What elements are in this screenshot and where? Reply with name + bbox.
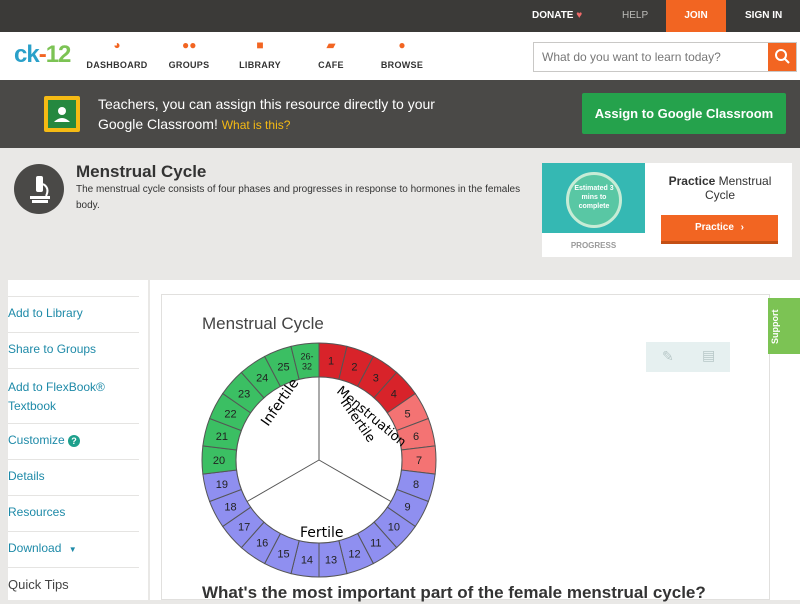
progress-estimate: Estimated 3 mins to complete bbox=[574, 185, 614, 210]
concept-description: The menstrual cycle consists of four pha… bbox=[76, 184, 521, 211]
day-label: 9 bbox=[404, 501, 410, 513]
sidebar-item-add-to-flexbook[interactable]: Add to FlexBook® Textbook bbox=[8, 378, 139, 424]
library-icon: ■ bbox=[256, 38, 264, 52]
day-label: 1 bbox=[328, 356, 334, 368]
day-label: 8 bbox=[413, 479, 419, 491]
customize-label: Customize bbox=[8, 433, 65, 447]
figure-title: Menstrual Cycle bbox=[202, 314, 324, 333]
day-label: 4 bbox=[391, 389, 397, 401]
ck12-logo[interactable]: ck-12 bbox=[14, 41, 72, 69]
nav-library-label: LIBRARY bbox=[239, 60, 281, 70]
annotation-toolbar: ✎ ▤ bbox=[646, 342, 730, 372]
support-tab[interactable]: Support bbox=[768, 298, 800, 354]
google-classroom-icon bbox=[44, 96, 80, 132]
logo-dash: - bbox=[38, 41, 47, 68]
sidebar-item-resources[interactable]: Resources bbox=[8, 505, 139, 532]
notes-icon[interactable]: ▤ bbox=[702, 347, 715, 364]
sidebar-divider bbox=[8, 296, 139, 297]
day-label: 23 bbox=[238, 389, 250, 401]
day-label: 21 bbox=[216, 431, 228, 443]
nav-browse-label: BROWSE bbox=[380, 60, 424, 70]
day-label: 2 bbox=[351, 361, 357, 373]
day-label: 18 bbox=[224, 501, 236, 513]
support-label: Support bbox=[770, 309, 780, 345]
menstrual-cycle-diagram: 1 234567891011121314151617181920212223242… bbox=[201, 342, 437, 578]
day-label: 15 bbox=[277, 549, 289, 561]
day-label: 11 bbox=[370, 537, 381, 549]
nav-dashboard-label: DASHBOARD bbox=[86, 60, 148, 70]
practice-button[interactable]: Practice › bbox=[661, 215, 778, 244]
groups-icon: ●● bbox=[182, 38, 197, 52]
day-label: 10 bbox=[388, 521, 400, 533]
sidebar-item-share-to-groups[interactable]: Share to Groups bbox=[8, 342, 139, 369]
caret-down-icon: ▼ bbox=[68, 545, 77, 554]
download-label: Download bbox=[8, 541, 62, 555]
day-label: 7 bbox=[416, 455, 422, 467]
donate-link[interactable]: DONATE ♥ bbox=[532, 0, 582, 32]
chevron-right-icon: › bbox=[740, 222, 745, 233]
day-label: 16 bbox=[256, 537, 268, 549]
day-label: 12 bbox=[348, 549, 360, 561]
practice-title: Practice Menstrual Cycle bbox=[660, 174, 780, 202]
search-button[interactable] bbox=[768, 43, 796, 71]
help-icon[interactable]: ? bbox=[68, 435, 81, 447]
progress-label: PROGRESS bbox=[570, 241, 617, 250]
nav-cafe-label: CAFE bbox=[318, 60, 344, 70]
day-label: 14 bbox=[301, 554, 313, 566]
concept-title: Menstrual Cycle bbox=[76, 162, 207, 181]
practice-title-bold: Practice bbox=[668, 174, 716, 188]
sidebar-item-download[interactable]: Download ▼ bbox=[8, 541, 139, 568]
logo-num: 12 bbox=[45, 41, 72, 68]
day-label: 6 bbox=[413, 431, 419, 443]
assign-google-classroom-button[interactable]: Assign to Google Classroom bbox=[582, 93, 786, 134]
nav-groups[interactable]: ●● GROUPS bbox=[154, 38, 224, 70]
search-icon bbox=[775, 49, 790, 64]
dashboard-icon: ◕ bbox=[113, 38, 121, 52]
sidebar-item-details[interactable]: Details bbox=[8, 469, 139, 496]
day-label: 17 bbox=[238, 521, 250, 533]
day-label: 25 bbox=[277, 361, 289, 373]
cafe-icon: ▰ bbox=[326, 38, 336, 52]
logo-ck: ck bbox=[14, 41, 40, 68]
sidebar-item-add-to-library[interactable]: Add to Library bbox=[8, 306, 139, 333]
nav-dashboard[interactable]: ◕ DASHBOARD bbox=[82, 38, 152, 70]
signin-link[interactable]: SIGN IN bbox=[745, 0, 782, 32]
day-label: 13 bbox=[325, 554, 337, 566]
day-label: 24 bbox=[256, 373, 268, 385]
day-label: 20 bbox=[213, 455, 225, 467]
help-link[interactable]: HELP bbox=[622, 0, 648, 32]
pencil-icon[interactable]: ✎ bbox=[662, 348, 674, 365]
question-heading: What's the most important part of the fe… bbox=[202, 583, 706, 602]
nav-groups-label: GROUPS bbox=[168, 60, 210, 70]
heart-icon: ♥ bbox=[576, 10, 583, 21]
search-input[interactable] bbox=[534, 43, 768, 71]
day-label: 5 bbox=[404, 409, 410, 421]
day-label: 26-32 bbox=[300, 352, 313, 372]
practice-button-label: Practice bbox=[694, 222, 734, 233]
fertile-label: Fertile bbox=[300, 525, 344, 541]
sidebar-item-customize[interactable]: Customize ? bbox=[8, 433, 139, 460]
day-label: 22 bbox=[224, 409, 236, 421]
nav-browse[interactable]: ● BROWSE bbox=[367, 38, 437, 70]
what-is-this-link[interactable]: What is this? bbox=[222, 118, 291, 132]
nav-cafe[interactable]: ▰ CAFE bbox=[296, 38, 366, 70]
join-button[interactable]: JOIN bbox=[666, 0, 726, 32]
search-box bbox=[533, 42, 797, 72]
banner-message: Teachers, you can assign this resource d… bbox=[98, 94, 458, 135]
day-label: 3 bbox=[373, 373, 379, 385]
top-bar: DONATE ♥ HELP JOIN SIGN IN bbox=[0, 0, 800, 32]
microscope-icon bbox=[14, 164, 64, 214]
practice-title-rest: Menstrual Cycle bbox=[704, 174, 772, 202]
browse-icon: ● bbox=[398, 38, 406, 52]
day-label: 19 bbox=[216, 479, 228, 491]
donate-label: DONATE bbox=[532, 10, 574, 21]
nav-library[interactable]: ■ LIBRARY bbox=[225, 38, 295, 70]
